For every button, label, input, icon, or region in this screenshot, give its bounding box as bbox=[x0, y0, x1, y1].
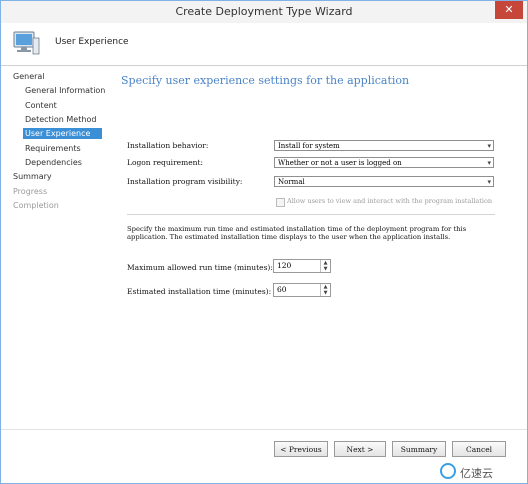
chevron-down-icon: ▾ bbox=[487, 142, 491, 150]
summary-button[interactable]: Summary bbox=[392, 441, 446, 457]
computer-icon bbox=[13, 31, 40, 55]
installation-behavior-select[interactable]: Install for system ▾ bbox=[274, 140, 494, 151]
footer-divider bbox=[1, 429, 527, 430]
installation-behavior-label: Installation behavior: bbox=[127, 141, 209, 150]
page-title: Specify user experience settings for the… bbox=[121, 74, 410, 87]
allow-users-checkbox[interactable] bbox=[276, 198, 285, 207]
section-divider bbox=[127, 214, 495, 215]
sidebar-item-content[interactable]: Content bbox=[25, 101, 57, 110]
max-runtime-label: Maximum allowed run time (minutes): bbox=[127, 263, 273, 272]
sidebar-item-completion: Completion bbox=[13, 201, 59, 210]
sidebar-item-dependencies[interactable]: Dependencies bbox=[25, 158, 82, 167]
logon-requirement-select[interactable]: Whether or not a user is logged on ▾ bbox=[274, 157, 494, 168]
program-visibility-label: Installation program visibility: bbox=[127, 177, 243, 186]
sidebar-item-summary[interactable]: Summary bbox=[13, 172, 52, 181]
cancel-button[interactable]: Cancel bbox=[452, 441, 506, 457]
spin-down-icon[interactable]: ▼ bbox=[322, 290, 329, 296]
logon-requirement-value: Whether or not a user is logged on bbox=[278, 159, 402, 167]
header-page-name: User Experience bbox=[55, 37, 129, 47]
cloud-logo-icon bbox=[440, 463, 456, 479]
runtime-description: Specify the maximum run time and estimat… bbox=[127, 225, 467, 241]
next-button[interactable]: Next > bbox=[334, 441, 386, 457]
sidebar-item-detection-method[interactable]: Detection Method bbox=[25, 115, 96, 124]
logon-requirement-label: Logon requirement: bbox=[127, 158, 204, 167]
chevron-down-icon: ▾ bbox=[487, 178, 491, 186]
max-runtime-stepper[interactable]: 120 ▲ ▼ bbox=[273, 259, 331, 273]
max-runtime-spin-buttons: ▲ ▼ bbox=[320, 260, 330, 272]
close-button[interactable]: ✕ bbox=[495, 1, 523, 19]
wizard-window: Create Deployment Type Wizard ✕ User Exp… bbox=[0, 0, 528, 484]
previous-button[interactable]: < Previous bbox=[274, 441, 328, 457]
est-install-time-spin-buttons: ▲ ▼ bbox=[320, 284, 330, 296]
window-title: Create Deployment Type Wizard bbox=[175, 5, 353, 18]
sidebar-item-requirements[interactable]: Requirements bbox=[25, 144, 81, 153]
chevron-down-icon: ▾ bbox=[487, 159, 491, 167]
max-runtime-value: 120 bbox=[277, 261, 292, 270]
program-visibility-value: Normal bbox=[278, 178, 305, 186]
sidebar-item-user-experience[interactable]: User Experience bbox=[23, 128, 103, 139]
sidebar-item-general[interactable]: General bbox=[13, 72, 45, 81]
sidebar-item-general-information[interactable]: General Information bbox=[25, 86, 105, 95]
watermark-text: 亿速云 bbox=[460, 467, 493, 480]
wizard-sidebar: General General Information Content Dete… bbox=[1, 66, 111, 456]
allow-users-label: Allow users to view and interact with th… bbox=[287, 197, 493, 205]
wizard-header: User Experience bbox=[1, 23, 527, 66]
program-visibility-select[interactable]: Normal ▾ bbox=[274, 176, 494, 187]
est-install-time-stepper[interactable]: 60 ▲ ▼ bbox=[273, 283, 331, 297]
wizard-content: Specify user experience settings for the… bbox=[111, 66, 517, 456]
sidebar-item-progress: Progress bbox=[13, 187, 48, 196]
installation-behavior-value: Install for system bbox=[278, 142, 340, 150]
title-bar: Create Deployment Type Wizard ✕ bbox=[1, 1, 527, 23]
est-install-time-value: 60 bbox=[277, 285, 287, 294]
spin-down-icon[interactable]: ▼ bbox=[322, 266, 329, 272]
est-install-time-label: Estimated installation time (minutes): bbox=[127, 287, 272, 296]
